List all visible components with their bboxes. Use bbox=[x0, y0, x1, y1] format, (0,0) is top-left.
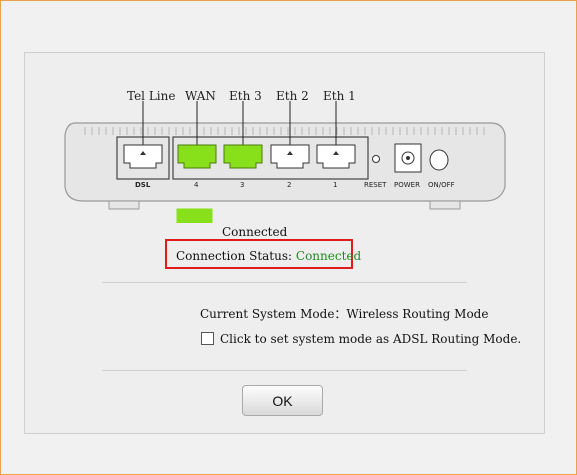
dialog-frame: Tel Line WAN Eth 3 Eth 2 Eth 1 DSL 4 3 2… bbox=[0, 0, 577, 475]
port-bottom-2: 2 bbox=[287, 181, 292, 189]
router-diagram bbox=[64, 101, 506, 223]
system-mode-label: Current System Mode： bbox=[200, 307, 347, 321]
port-label-eth2: Eth 2 bbox=[276, 89, 309, 103]
port-bottom-1: 1 bbox=[333, 181, 338, 189]
onoff-label: ON/OFF bbox=[428, 181, 455, 189]
adsl-mode-option: Click to set system mode as ADSL Routing… bbox=[201, 332, 521, 346]
port-label-wan: WAN bbox=[185, 89, 216, 103]
ok-button[interactable]: OK bbox=[242, 385, 323, 416]
legend-connected-icon bbox=[176, 208, 213, 223]
connection-status: Connection Status: Connected bbox=[176, 249, 361, 263]
port-bottom-dsl: DSL bbox=[135, 181, 151, 189]
connection-status-label: Connection Status: bbox=[176, 249, 296, 263]
adsl-mode-checkbox[interactable] bbox=[201, 332, 214, 345]
legend-connected-text: Connected bbox=[222, 225, 288, 239]
connection-status-value: Connected bbox=[295, 249, 362, 263]
divider-bottom bbox=[102, 370, 467, 371]
system-mode-row: Current System Mode：Wireless Routing Mod… bbox=[200, 305, 488, 322]
router-status-panel: Tel Line WAN Eth 3 Eth 2 Eth 1 DSL 4 3 2… bbox=[24, 52, 545, 434]
port-bottom-3: 3 bbox=[240, 181, 245, 189]
reset-label: RESET bbox=[364, 181, 387, 189]
port-bottom-4: 4 bbox=[194, 181, 199, 189]
system-mode-value: Wireless Routing Mode bbox=[346, 307, 489, 321]
divider-top bbox=[102, 282, 467, 283]
adsl-mode-label[interactable]: Click to set system mode as ADSL Routing… bbox=[220, 332, 521, 346]
reset-hole-icon bbox=[372, 155, 380, 163]
port-label-eth3: Eth 3 bbox=[229, 89, 262, 103]
power-switch-icon bbox=[429, 149, 449, 171]
port-label-eth1: Eth 1 bbox=[323, 89, 356, 103]
port-label-tel-line: Tel Line bbox=[127, 89, 176, 103]
connection-status-box: Connection Status: Connected bbox=[165, 239, 361, 269]
power-label: POWER bbox=[394, 181, 420, 189]
